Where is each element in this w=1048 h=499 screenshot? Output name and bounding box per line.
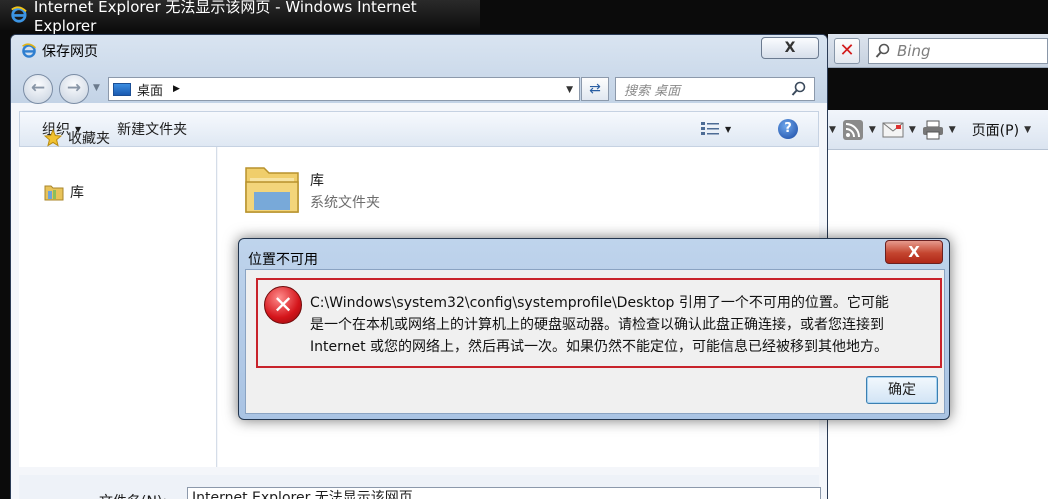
back-button[interactable]: ← — [23, 74, 53, 104]
ie-logo-icon — [22, 43, 36, 58]
bing-search-input[interactable]: Bing — [868, 38, 1048, 64]
error-message-line: Internet 或您的网络上，然后再试一次。如果仍然不能定位，可能信息已经被移… — [310, 339, 889, 355]
library-folder-icon — [44, 183, 64, 201]
list-item[interactable]: 库 系统文件夹 — [244, 160, 380, 216]
folder-search-input[interactable]: 搜索 桌面 — [615, 77, 815, 101]
forward-button[interactable]: → — [59, 74, 89, 104]
search-icon[interactable] — [791, 81, 807, 97]
ie-command-bar: ▼ ▼ ▼ ▼ 页面(P) ▼ — [824, 110, 1048, 150]
new-folder-button[interactable]: 新建文件夹 — [117, 119, 187, 139]
address-location[interactable]: 桌面 — [137, 80, 163, 99]
error-message: C:\Windows\system32\config\systemprofile… — [310, 292, 930, 358]
mail-icon[interactable] — [882, 122, 904, 138]
location-unavailable-dialog: 位置不可用 X ✕ C:\Windows\system32\config\sys… — [238, 238, 950, 420]
refresh-button[interactable]: ⇄ — [581, 77, 609, 101]
star-icon — [44, 129, 62, 147]
filename-label: 文件名(N): — [99, 491, 167, 499]
error-message-line: C:\Windows\system32\config\systemprofile… — [310, 295, 889, 311]
save-dialog-toolbar: 组织 ▼ 新建文件夹 ▼ ? — [19, 111, 819, 147]
error-dialog-close-button[interactable]: X — [885, 240, 943, 264]
error-icon: ✕ — [264, 286, 302, 324]
sidebar-item-label: 收藏夹 — [68, 131, 110, 147]
stop-button[interactable]: ✕ — [834, 38, 860, 64]
save-dialog-close-button[interactable]: X — [761, 37, 819, 59]
chevron-down-icon: ▼ — [725, 124, 732, 134]
chevron-down-icon[interactable]: ▼ — [1024, 125, 1031, 135]
error-message-box: ✕ C:\Windows\system32\config\systemprofi… — [256, 278, 942, 368]
ie-logo-icon — [11, 6, 27, 23]
sidebar-item-favorites[interactable]: 收藏夹 — [44, 128, 110, 148]
chevron-down-icon[interactable]: ▼ — [829, 125, 836, 135]
chevron-down-icon[interactable]: ▼ — [566, 85, 573, 95]
save-dialog-title: 保存网页 — [42, 44, 98, 60]
file-name: 库 — [310, 173, 324, 189]
address-bar[interactable]: 桌面 ▶ ▼ — [108, 77, 580, 101]
help-icon[interactable]: ? — [778, 119, 798, 139]
breadcrumb-separator[interactable]: ▶ — [173, 84, 180, 94]
save-dialog-title-bar: 保存网页 — [21, 41, 98, 61]
print-icon[interactable] — [922, 120, 944, 140]
chevron-down-icon[interactable]: ▼ — [909, 125, 916, 135]
sidebar-item-label: 库 — [70, 185, 84, 201]
ie-title-bar: Internet Explorer 无法显示该网页 - Windows Inte… — [0, 0, 480, 35]
filename-row: 文件名(N): Internet Explorer 无法显示该网页 — [19, 475, 821, 499]
search-icon — [875, 43, 890, 58]
error-dialog-title: 位置不可用 — [248, 252, 318, 268]
folder-search-placeholder: 搜索 桌面 — [624, 83, 681, 99]
chevron-down-icon[interactable]: ▼ — [869, 125, 876, 135]
change-view-button[interactable]: ▼ — [700, 121, 731, 137]
ie-window-title: Internet Explorer 无法显示该网页 - Windows Inte… — [33, 0, 417, 35]
error-message-line: 是一个在本机或网络上的计算机上的硬盘驱动器。请检查以确认此盘正确连接，或者您连接… — [310, 317, 884, 333]
page-menu[interactable]: 页面(P) — [972, 120, 1019, 140]
sidebar-item-library[interactable]: 库 — [44, 182, 84, 202]
rss-feed-icon[interactable] — [842, 119, 864, 141]
bing-search-placeholder: Bing — [897, 42, 931, 60]
filename-input[interactable]: Internet Explorer 无法显示该网页 — [187, 487, 821, 499]
recent-locations-dropdown[interactable]: ▼ — [93, 83, 100, 93]
error-dialog-body: ✕ C:\Windows\system32\config\systemprofi… — [245, 269, 945, 414]
ok-button[interactable]: 确定 — [866, 376, 938, 404]
library-folder-icon — [245, 167, 299, 213]
desktop-icon — [113, 82, 131, 96]
chevron-down-icon[interactable]: ▼ — [949, 125, 956, 135]
file-type: 系统文件夹 — [310, 195, 380, 211]
view-options-icon — [701, 122, 719, 135]
ie-search-bar: ✕ Bing — [828, 34, 1048, 68]
